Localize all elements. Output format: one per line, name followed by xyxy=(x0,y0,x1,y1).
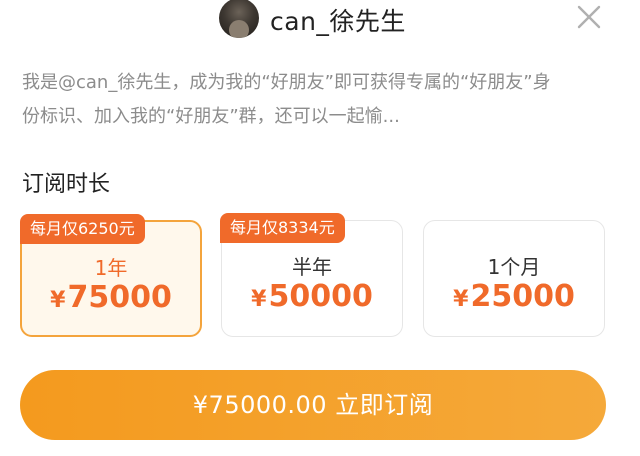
price-value: 50000 xyxy=(268,279,373,314)
username: can_徐先生 xyxy=(270,7,406,36)
price-value: 25000 xyxy=(470,279,575,314)
plan-period: 1年 xyxy=(94,256,128,280)
plan-badge: 每月仅8334元 xyxy=(220,213,345,243)
plan-price: ¥50000 xyxy=(222,279,402,314)
price-value: 75000 xyxy=(67,280,172,315)
subscription-duration-title: 订阅时长 xyxy=(22,172,111,197)
header: can_徐先生 xyxy=(0,0,640,40)
description-line-2: 份标识、加入我的“好朋友”群，还可以一起愉... xyxy=(22,106,400,127)
avatar[interactable] xyxy=(219,0,259,38)
plan-option-1-month[interactable]: 1个月 ¥25000 xyxy=(423,220,605,337)
plan-period: 半年 xyxy=(292,255,332,279)
creator-description: 我是@can_徐先生，成为我的“好朋友”即可获得专属的“好朋友”身 份标识、加入… xyxy=(22,66,622,134)
currency-symbol: ¥ xyxy=(453,287,469,312)
plan-price: ¥75000 xyxy=(22,280,200,315)
close-icon xyxy=(577,5,601,29)
currency-symbol: ¥ xyxy=(50,288,66,313)
plan-option-1-year[interactable]: 每月仅6250元 1年 ¥75000 xyxy=(20,214,202,337)
plan-option-half-year[interactable]: 每月仅8334元 半年 ¥50000 xyxy=(220,213,403,337)
plan-price: ¥25000 xyxy=(424,279,604,314)
close-button[interactable] xyxy=(576,4,602,30)
plan-badge: 每月仅6250元 xyxy=(20,214,145,244)
currency-symbol: ¥ xyxy=(251,287,267,312)
description-line-1: 我是@can_徐先生，成为我的“好朋友”即可获得专属的“好朋友”身 xyxy=(22,72,551,93)
subscribe-button[interactable]: ¥75000.00 立即订阅 xyxy=(20,370,606,440)
plan-period: 1个月 xyxy=(487,255,541,279)
